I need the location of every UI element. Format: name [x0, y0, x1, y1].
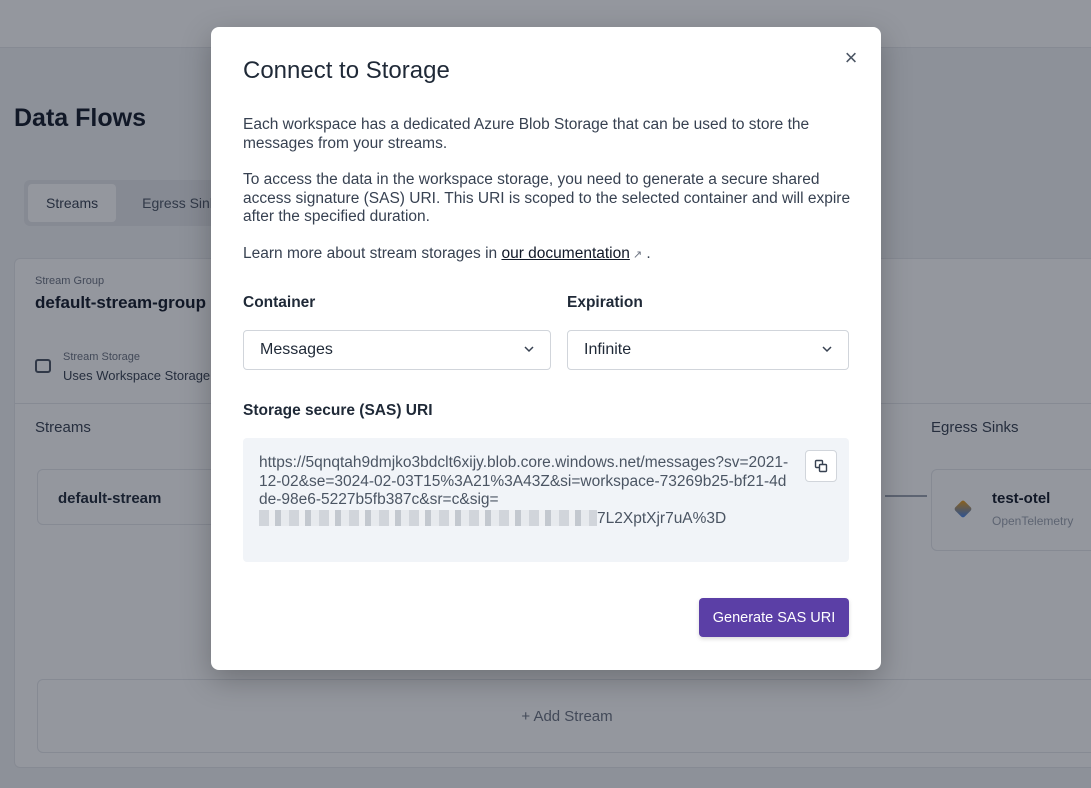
container-label: Container — [243, 294, 316, 311]
redacted-signature — [259, 509, 597, 526]
container-selected-value: Messages — [260, 341, 333, 358]
generate-sas-uri-button[interactable]: Generate SAS URI — [699, 598, 849, 637]
sas-uri-text[interactable]: https://5qnqtah9dmjko3bdclt6xijy.blob.co… — [259, 454, 789, 528]
learn-more-suffix: . — [642, 245, 651, 262]
external-link-icon: ↗ — [632, 249, 643, 261]
learn-more-paragraph: Learn more about stream storages in our … — [243, 245, 853, 265]
expiration-selected-value: Infinite — [584, 341, 632, 358]
documentation-link[interactable]: our documentation — [501, 245, 629, 262]
container-select[interactable]: Messages — [243, 330, 551, 370]
expiration-select[interactable]: Infinite — [567, 330, 849, 370]
description-paragraph-1: Each workspace has a dedicated Azure Blo… — [243, 116, 810, 152]
close-icon[interactable]: × — [841, 47, 861, 69]
description-paragraph-2: To access the data in the workspace stor… — [243, 171, 851, 225]
sas-uri-visible: https://5qnqtah9dmjko3bdclt6xijy.blob.co… — [259, 454, 789, 508]
sas-uri-box: https://5qnqtah9dmjko3bdclt6xijy.blob.co… — [243, 438, 849, 562]
sas-uri-label: Storage secure (SAS) URI — [243, 402, 433, 419]
copy-button[interactable] — [805, 450, 837, 482]
learn-more-text: Learn more about stream storages in — [243, 245, 502, 262]
copy-icon — [814, 459, 828, 473]
sas-uri-tail: 7L2XptXjr7uA%3D — [597, 509, 727, 527]
modal-title: Connect to Storage — [243, 57, 450, 84]
chevron-down-icon — [822, 346, 832, 353]
expiration-label: Expiration — [567, 294, 643, 311]
connect-storage-modal: × Connect to Storage Each workspace has … — [211, 27, 881, 670]
chevron-down-icon — [524, 346, 534, 353]
